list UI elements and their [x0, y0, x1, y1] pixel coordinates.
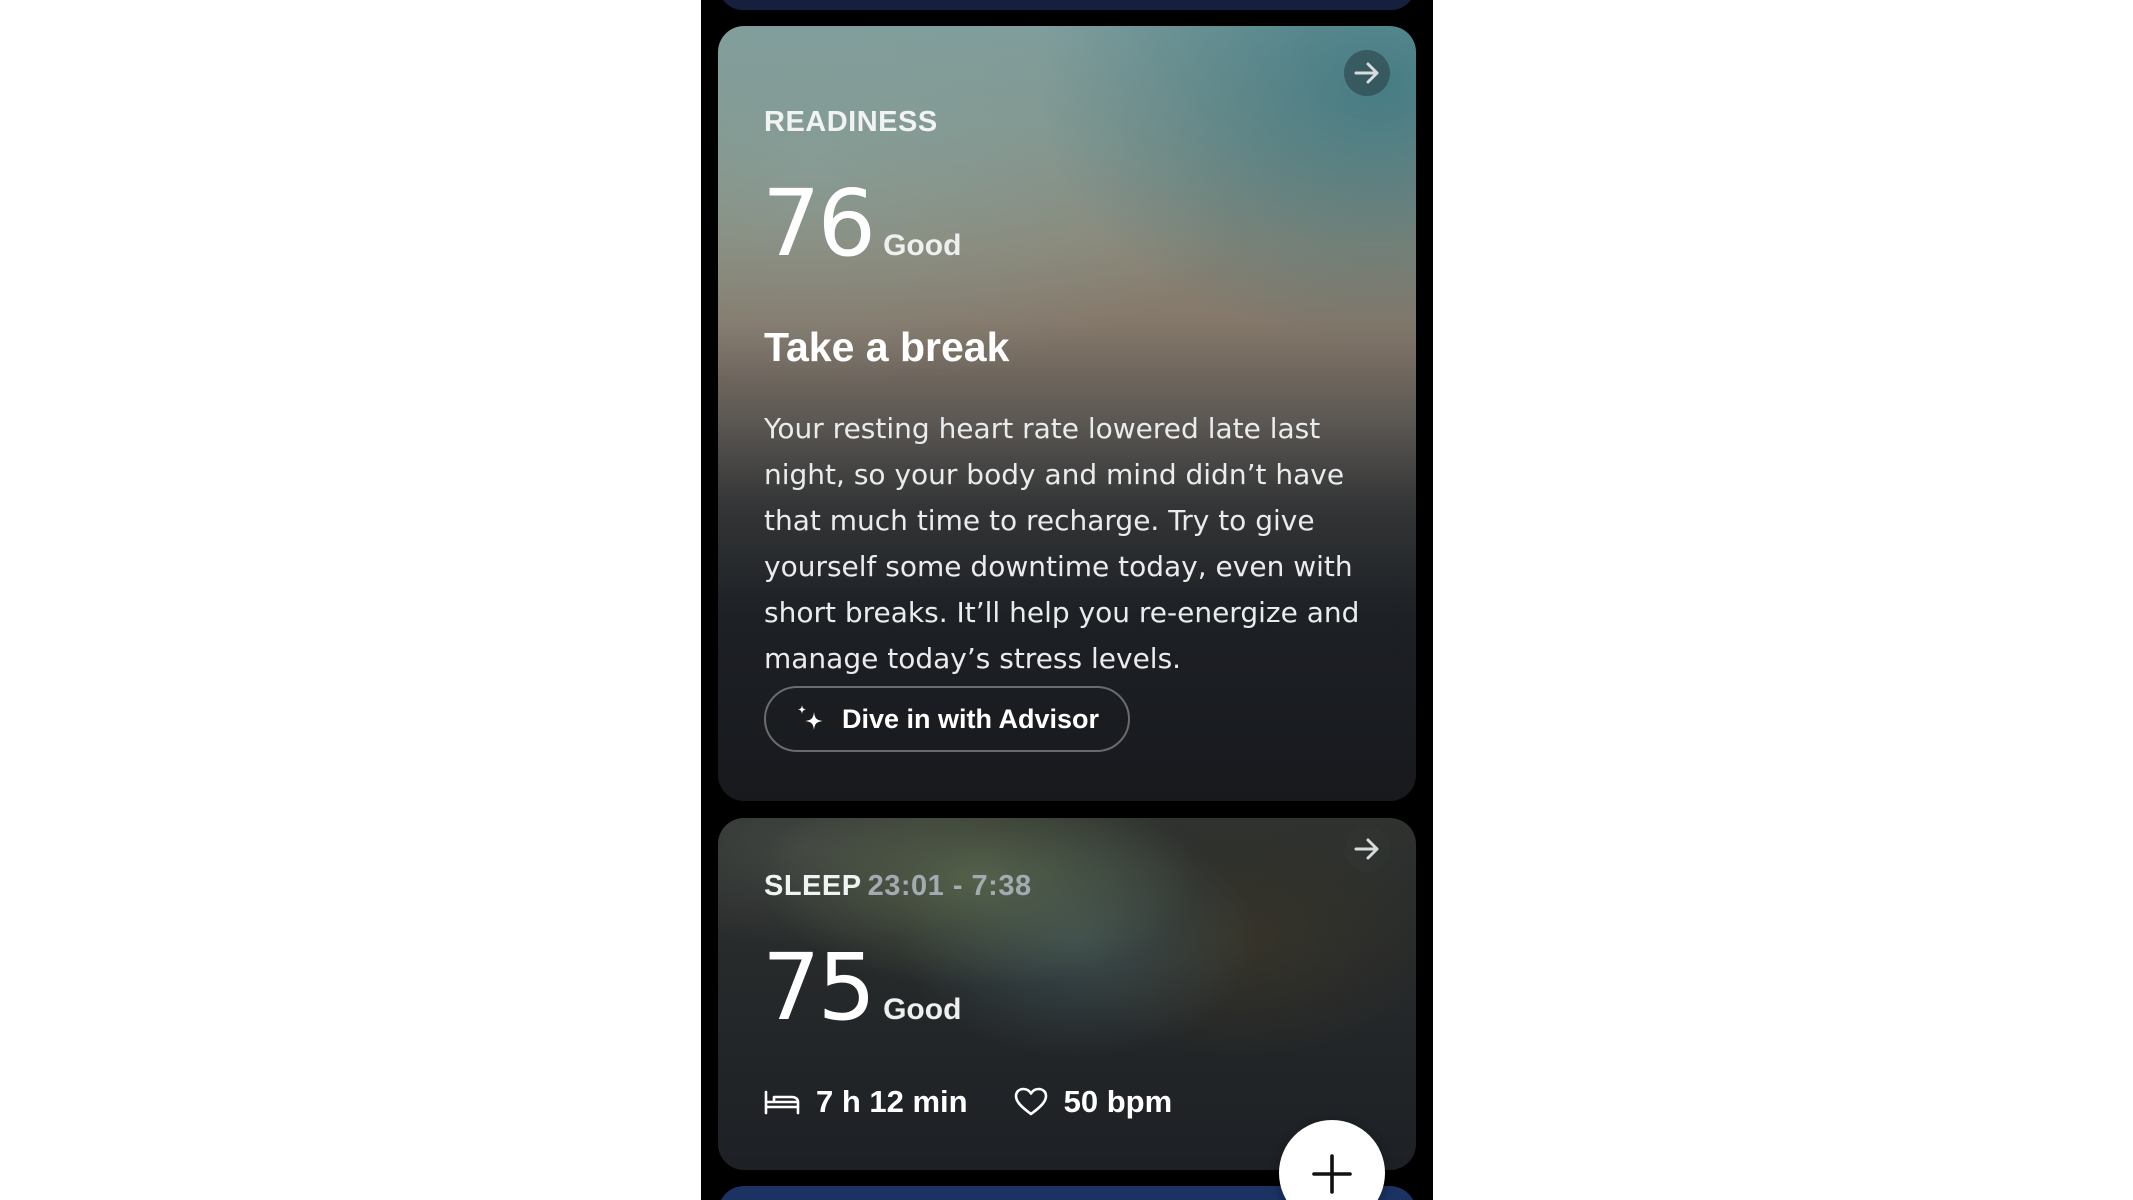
sleep-duration-metric: 7 h 12 min — [764, 1084, 968, 1120]
readiness-message: Your resting heart rate lowered late las… — [764, 412, 1360, 675]
sleep-label-row: SLEEP 23:01 - 7:38 — [764, 870, 1032, 903]
sparkle-icon — [794, 703, 826, 735]
sleep-status: Good — [883, 993, 962, 1026]
dive-in-with-advisor-button[interactable]: Dive in with Advisor — [764, 686, 1131, 752]
sleep-open-button[interactable] — [1344, 826, 1390, 872]
sleep-score: 75 — [762, 934, 876, 1041]
bed-icon — [764, 1089, 800, 1115]
previous-card-edge[interactable] — [718, 0, 1416, 10]
readiness-open-button[interactable] — [1344, 50, 1390, 96]
readiness-score-row: 76 Good — [762, 178, 961, 270]
sleep-card[interactable]: SLEEP 23:01 - 7:38 75 Good 7 h 12 min 50… — [718, 818, 1416, 1170]
advisor-button-label: Dive in with Advisor — [842, 703, 1100, 734]
sleep-time-range: 23:01 - 7:38 — [867, 870, 1032, 902]
arrow-right-icon — [1354, 838, 1379, 860]
readiness-status: Good — [883, 229, 962, 262]
phone-screen: READINESS 76 Good Take a break Your rest… — [701, 0, 1433, 1200]
sleep-label: SLEEP — [764, 870, 862, 902]
readiness-card[interactable]: READINESS 76 Good Take a break Your rest… — [718, 26, 1416, 801]
readiness-label: READINESS — [764, 106, 938, 138]
sleep-metrics: 7 h 12 min 50 bpm — [764, 1084, 1172, 1120]
arrow-right-icon — [1354, 62, 1379, 84]
plus-icon — [1312, 1154, 1352, 1194]
sleep-score-row: 75 Good — [762, 942, 961, 1034]
heart-icon — [1014, 1087, 1048, 1117]
readiness-headline: Take a break — [764, 324, 1010, 370]
sleep-heart-rate-metric: 50 bpm — [1014, 1084, 1173, 1120]
readiness-score: 76 — [762, 170, 876, 277]
sleep-heart-rate-value: 50 bpm — [1063, 1084, 1173, 1119]
sleep-duration-value: 7 h 12 min — [816, 1084, 968, 1119]
